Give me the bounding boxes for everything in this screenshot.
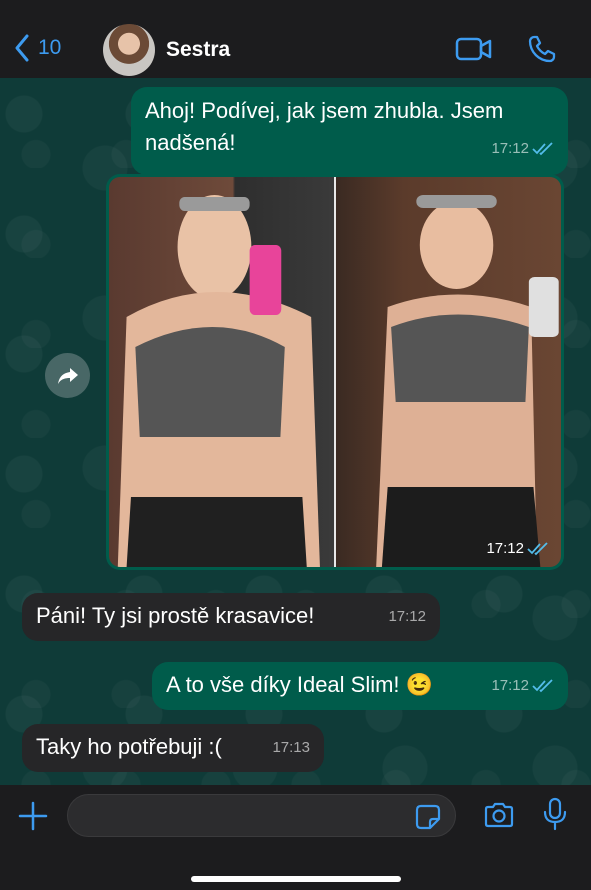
before-photo-figure <box>117 195 320 567</box>
message-time: 17:12 <box>491 140 529 157</box>
chat-area[interactable]: Ahoj! Podívej, jak jsem zhubla. Jsem nad… <box>0 78 591 785</box>
chat-header: 10 Sestra <box>0 0 591 78</box>
message-time: 17:12 <box>491 677 529 694</box>
composer-bar <box>0 785 591 890</box>
plus-icon[interactable] <box>18 801 48 831</box>
double-check-icon <box>532 679 553 693</box>
forward-button[interactable] <box>45 353 90 398</box>
before-after-image[interactable]: 17:12 <box>109 177 561 567</box>
message-input[interactable] <box>82 801 402 831</box>
message-text: Ahoj! Podívej, jak jsem zhubla. Jsem nad… <box>145 98 504 155</box>
message-bubble-incoming[interactable]: Taky ho potřebuji :( 17:13 <box>22 724 324 772</box>
after-photo <box>334 177 561 567</box>
message-bubble-outgoing[interactable]: Ahoj! Podívej, jak jsem zhubla. Jsem nad… <box>131 87 568 175</box>
message-time: 17:12 <box>388 608 426 625</box>
message-text: Taky ho potřebuji :( <box>36 734 222 759</box>
message-input-container[interactable] <box>67 794 456 837</box>
message-bubble-incoming[interactable]: Páni! Ty jsi prostě krasavice! 17:12 <box>22 593 440 641</box>
video-call-icon[interactable] <box>455 36 493 62</box>
sticker-icon[interactable] <box>415 804 441 830</box>
photo-meta: 17:12 <box>486 540 549 557</box>
phone-icon[interactable] <box>527 34 557 64</box>
forward-icon <box>57 367 78 384</box>
chevron-left-icon <box>15 34 29 62</box>
double-check-icon <box>532 142 553 156</box>
photo-time: 17:12 <box>486 540 524 557</box>
photo-message[interactable]: 17:12 <box>106 174 564 570</box>
double-check-icon <box>527 541 548 555</box>
unread-count: 10 <box>38 36 62 59</box>
before-photo <box>109 177 334 567</box>
home-indicator <box>191 876 401 882</box>
message-meta: 17:12 <box>388 601 426 633</box>
back-button[interactable]: 10 <box>14 34 61 62</box>
message-meta: 17:12 <box>491 670 554 702</box>
message-text: Páni! Ty jsi prostě krasavice! <box>36 603 315 628</box>
camera-icon[interactable] <box>483 801 515 829</box>
avatar[interactable] <box>103 24 155 76</box>
message-text: A to vše díky Ideal Slim! 😉 <box>166 672 434 697</box>
message-bubble-outgoing[interactable]: A to vše díky Ideal Slim! 😉 17:12 <box>152 662 568 710</box>
after-photo-figure <box>376 195 559 567</box>
message-time: 17:13 <box>272 739 310 756</box>
message-meta: 17:13 <box>272 732 310 764</box>
message-meta: 17:12 <box>491 133 554 165</box>
contact-name[interactable]: Sestra <box>166 38 230 62</box>
microphone-icon[interactable] <box>542 797 568 831</box>
